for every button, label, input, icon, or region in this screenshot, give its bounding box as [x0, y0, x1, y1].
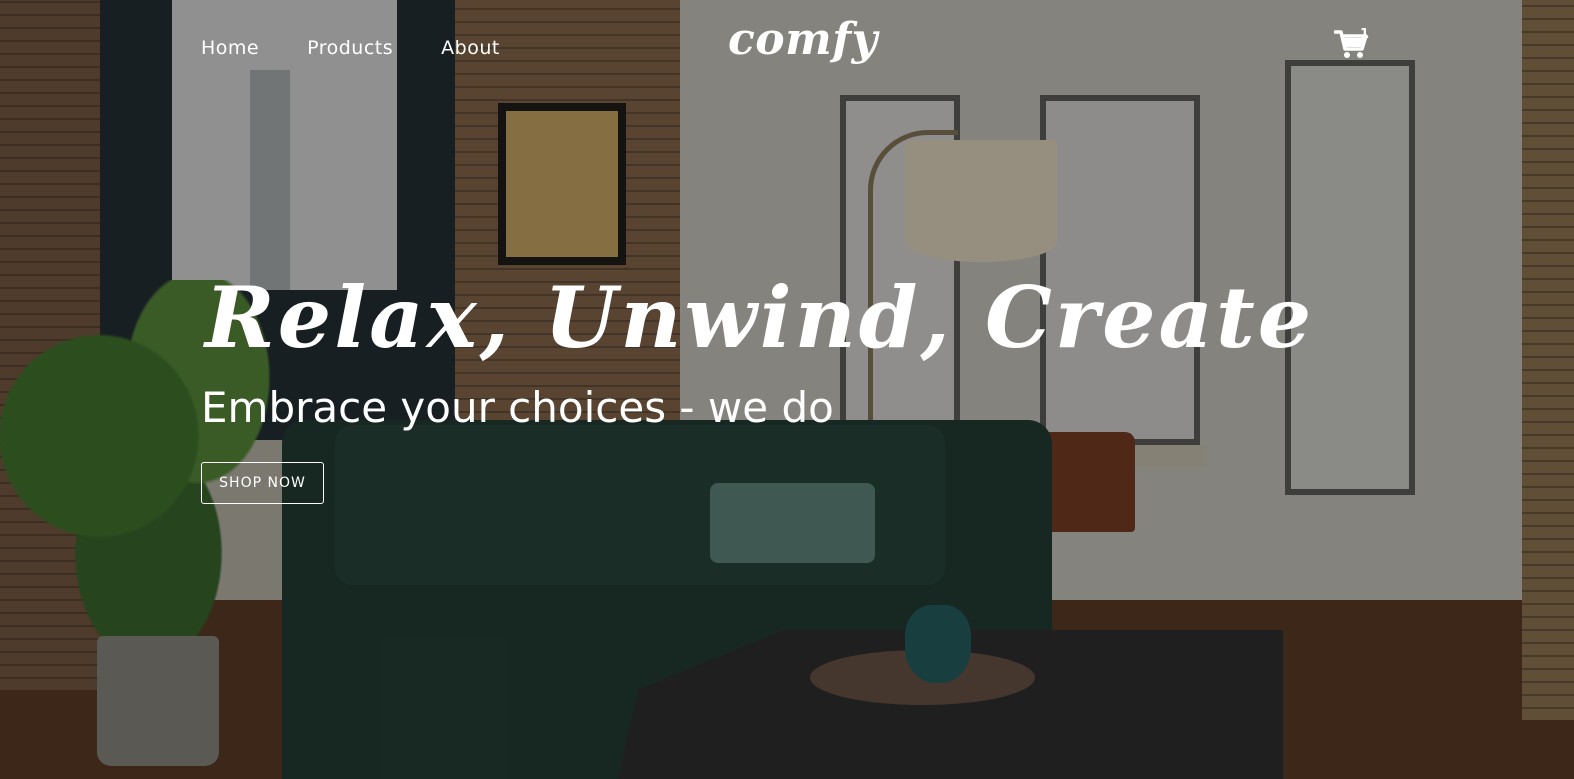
- nav-link-about[interactable]: About: [441, 37, 500, 59]
- hero-subtitle: Embrace your choices - we do: [201, 383, 834, 432]
- nav-links: Home Products About: [201, 37, 500, 59]
- logo[interactable]: comfy: [728, 14, 878, 65]
- navbar: Home Products About comfy 1: [0, 0, 1574, 100]
- hero-title: Relax, Unwind, Create: [205, 268, 1315, 367]
- shop-now-button[interactable]: SHOP NOW: [201, 462, 324, 504]
- nav-link-home[interactable]: Home: [201, 37, 259, 59]
- nav-link-products[interactable]: Products: [307, 37, 393, 59]
- cart-count-badge: 1: [1360, 27, 1370, 42]
